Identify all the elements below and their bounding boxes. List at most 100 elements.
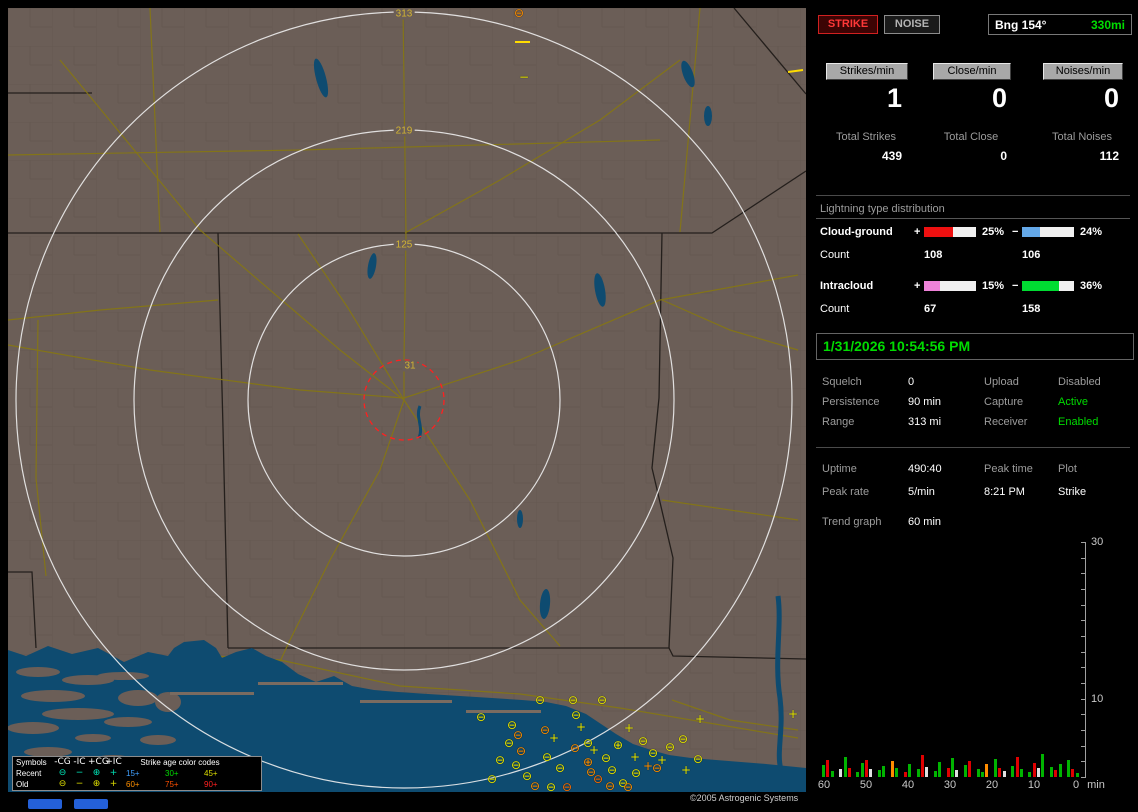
legend-strike-symbol: −	[71, 779, 88, 790]
peak-rate-value: 5/min	[908, 486, 935, 498]
trend-bar	[994, 759, 997, 777]
trend-bar	[882, 766, 885, 777]
legend-strike-symbol: ⊖	[54, 779, 71, 790]
cg-positive-count: 108	[924, 249, 942, 261]
legend-header-row: Symbols-CG-IC+CG+ICStrike age color code…	[13, 757, 261, 768]
trend-bar	[1054, 770, 1057, 777]
total-noises-label: Total Noises	[1035, 131, 1129, 143]
legend-age-value: 30+	[163, 768, 202, 779]
total-strikes-value: 439	[826, 149, 902, 163]
strike-symbol: ⊖	[597, 695, 607, 705]
strike-symbol: ⊖	[546, 782, 556, 792]
strike-symbol: ⊖	[535, 695, 545, 705]
strike-symbol: ⊖	[562, 782, 572, 792]
strike-symbol: +	[624, 723, 634, 733]
upload-label: Upload	[984, 376, 1019, 388]
ic-positive-count: 67	[924, 303, 936, 315]
close-per-min-header[interactable]: Close/min	[933, 63, 1011, 80]
trend-x-label: 40	[896, 779, 920, 791]
strike-symbol: ⊖	[495, 755, 505, 765]
legend-age-value: 90+	[202, 779, 241, 790]
strike-symbol: ⊖	[571, 710, 581, 720]
trend-bar	[1033, 763, 1036, 777]
trend-bar	[844, 757, 847, 777]
taskbar-chip[interactable]	[74, 799, 108, 809]
cg-negative-pct: 24%	[1080, 226, 1102, 238]
trend-bar	[1059, 764, 1062, 777]
copyright-text: ©2005 Astrogenic Systems	[690, 793, 798, 803]
strike-symbol: +	[695, 714, 705, 724]
noise-toggle-button[interactable]: NOISE	[884, 15, 940, 34]
trend-y-tick	[1081, 573, 1085, 574]
legend-age-title: Strike age color codes	[124, 757, 236, 768]
trend-bar	[826, 760, 829, 777]
control-panel: STRIKE NOISE Bng 154° 330mi Strikes/min …	[812, 0, 1138, 812]
trend-x-label: 50	[854, 779, 878, 791]
noises-per-min-value: 0	[1043, 84, 1119, 112]
separator	[816, 195, 1130, 196]
range-ring-label: 125	[394, 240, 415, 251]
strike-symbol: ⊖	[607, 765, 617, 775]
strike-symbol: ⊖	[570, 743, 580, 753]
trend-y-label: 30	[1091, 536, 1103, 548]
peak-time-label: Peak time	[984, 463, 1033, 475]
strike-toggle-button[interactable]: STRIKE	[818, 15, 878, 34]
trend-x-label: 20	[980, 779, 1004, 791]
uptime-label: Uptime	[822, 463, 857, 475]
plus-sign: +	[914, 226, 920, 238]
trend-y-tick	[1081, 699, 1085, 700]
strike-symbol: ⊖	[513, 730, 523, 740]
total-close-label: Total Close	[925, 131, 1017, 143]
trend-bar	[895, 768, 898, 777]
legend-symbol-header: -CG	[54, 757, 71, 768]
trend-bar	[848, 768, 851, 777]
total-noises-value: 112	[1043, 149, 1119, 163]
strikes-per-min-header[interactable]: Strikes/min	[826, 63, 908, 80]
strike-symbol: ⊖	[555, 763, 565, 773]
range-value: 313 mi	[908, 416, 941, 428]
trend-graph	[822, 542, 1082, 777]
legend-age-value: 75+	[163, 779, 202, 790]
count-label: Count	[820, 249, 849, 261]
plus-sign: +	[914, 280, 920, 292]
strike-symbol: ⊖	[542, 752, 552, 762]
legend-symbol-header: +IC	[105, 757, 122, 768]
trend-bar	[951, 758, 954, 777]
total-strikes-label: Total Strikes	[818, 131, 914, 143]
receiver-label: Receiver	[984, 416, 1027, 428]
strike-symbol: ⊖	[678, 734, 688, 744]
trend-y-label: 10	[1091, 693, 1103, 705]
strike-symbol: ⊖	[693, 754, 703, 764]
strike-symbol: ⊖	[511, 760, 521, 770]
strike-symbol: ⊕	[613, 740, 623, 750]
trend-bar	[878, 770, 881, 777]
strike-symbol: +	[630, 752, 640, 762]
trend-y-tick	[1081, 667, 1085, 668]
legend-strike-symbol: +	[105, 779, 122, 790]
trend-bar	[947, 768, 950, 777]
legend-age-value: 15+	[124, 768, 163, 779]
trend-bar	[869, 769, 872, 777]
plot-label: Plot	[1058, 463, 1077, 475]
trend-y-tick	[1081, 542, 1085, 543]
noises-per-min-header[interactable]: Noises/min	[1043, 63, 1123, 80]
trend-bar	[1016, 757, 1019, 777]
legend-symbol-header: +CG	[88, 757, 105, 768]
trend-y-tick	[1081, 620, 1085, 621]
map-view[interactable]: 31321912531 ⊖−+⊖⊖⊖⊖⊖⊖⊖⊖⊖⊖⊖⊖⊖⊖⊖⊖⊖⊖⊖⊖⊖⊖⊖⊖⊖…	[8, 8, 806, 792]
uptime-value: 490:40	[908, 463, 942, 475]
cloud-ground-label: Cloud-ground	[820, 226, 893, 238]
trend-y-tick	[1081, 761, 1085, 762]
ic-negative-count: 158	[1022, 303, 1040, 315]
peak-rate-label: Peak rate	[822, 486, 869, 498]
legend-row-label: Old	[13, 779, 54, 790]
legend-row: Recent⊖−⊕+15+30+45+	[13, 768, 261, 779]
trend-bar	[904, 772, 907, 777]
trend-y-tick	[1081, 636, 1085, 637]
trend-bar	[964, 765, 967, 777]
taskbar-chip[interactable]	[28, 799, 62, 809]
range-ring-label: 219	[394, 126, 415, 137]
trend-bar	[985, 764, 988, 777]
legend-title: Symbols	[13, 757, 54, 768]
river	[778, 596, 781, 770]
